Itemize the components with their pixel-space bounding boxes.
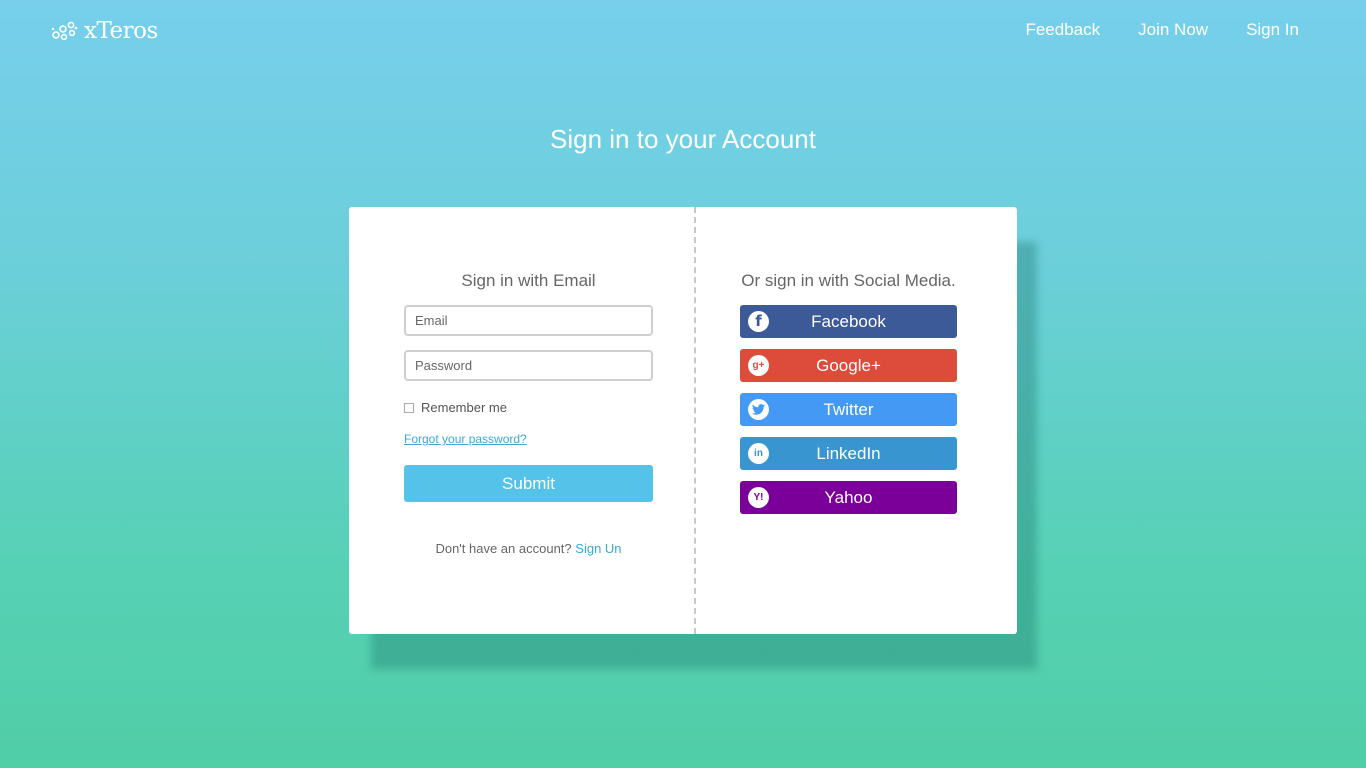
card-divider — [694, 207, 696, 634]
facebook-icon: f — [748, 311, 769, 332]
social-signin-heading: Or sign in with Social Media. — [741, 271, 956, 290]
logo[interactable]: xTeros — [50, 16, 158, 46]
sign-in-card: Sign in with Email Remember me Forgot yo… — [349, 207, 1017, 634]
password-input[interactable] — [404, 350, 653, 381]
yahoo-signin-button[interactable]: Y! Yahoo — [740, 481, 957, 514]
forgot-password-link[interactable]: Forgot your password? — [404, 432, 527, 446]
remember-me-label: Remember me — [421, 400, 507, 415]
linkedin-signin-button[interactable]: in LinkedIn — [740, 437, 957, 470]
top-navigation: Feedback Join Now Sign In — [1025, 20, 1299, 40]
linkedin-icon: in — [748, 443, 769, 464]
twitter-icon — [748, 399, 769, 420]
google-plus-icon: g+ — [748, 355, 769, 376]
logo-icon — [51, 21, 78, 41]
submit-button[interactable]: Submit — [404, 465, 653, 502]
google-plus-label: Google+ — [816, 355, 881, 375]
logo-text: xTeros — [84, 18, 158, 44]
remember-me[interactable]: Remember me — [404, 400, 507, 415]
yahoo-label: Yahoo — [824, 487, 873, 507]
facebook-label: Facebook — [811, 311, 886, 331]
remember-me-checkbox[interactable] — [404, 402, 414, 413]
google-plus-signin-button[interactable]: g+ Google+ — [740, 349, 957, 382]
nav-feedback-link[interactable]: Feedback — [1025, 20, 1100, 40]
facebook-signin-button[interactable]: f Facebook — [740, 305, 957, 338]
email-input[interactable] — [404, 305, 653, 336]
email-signin-heading: Sign in with Email — [461, 271, 596, 290]
page-title: Sign in to your Account — [550, 124, 816, 154]
nav-join-now-link[interactable]: Join Now — [1138, 20, 1208, 40]
yahoo-icon: Y! — [748, 487, 769, 508]
linkedin-label: LinkedIn — [816, 443, 881, 463]
twitter-signin-button[interactable]: Twitter — [740, 393, 957, 426]
nav-sign-in-link[interactable]: Sign In — [1246, 20, 1299, 40]
no-account-text: Don't have an account? — [435, 541, 572, 556]
signup-prompt: Don't have an account? Sign Un — [404, 541, 653, 556]
sign-up-link[interactable]: Sign Un — [575, 541, 621, 556]
twitter-label: Twitter — [823, 399, 874, 419]
